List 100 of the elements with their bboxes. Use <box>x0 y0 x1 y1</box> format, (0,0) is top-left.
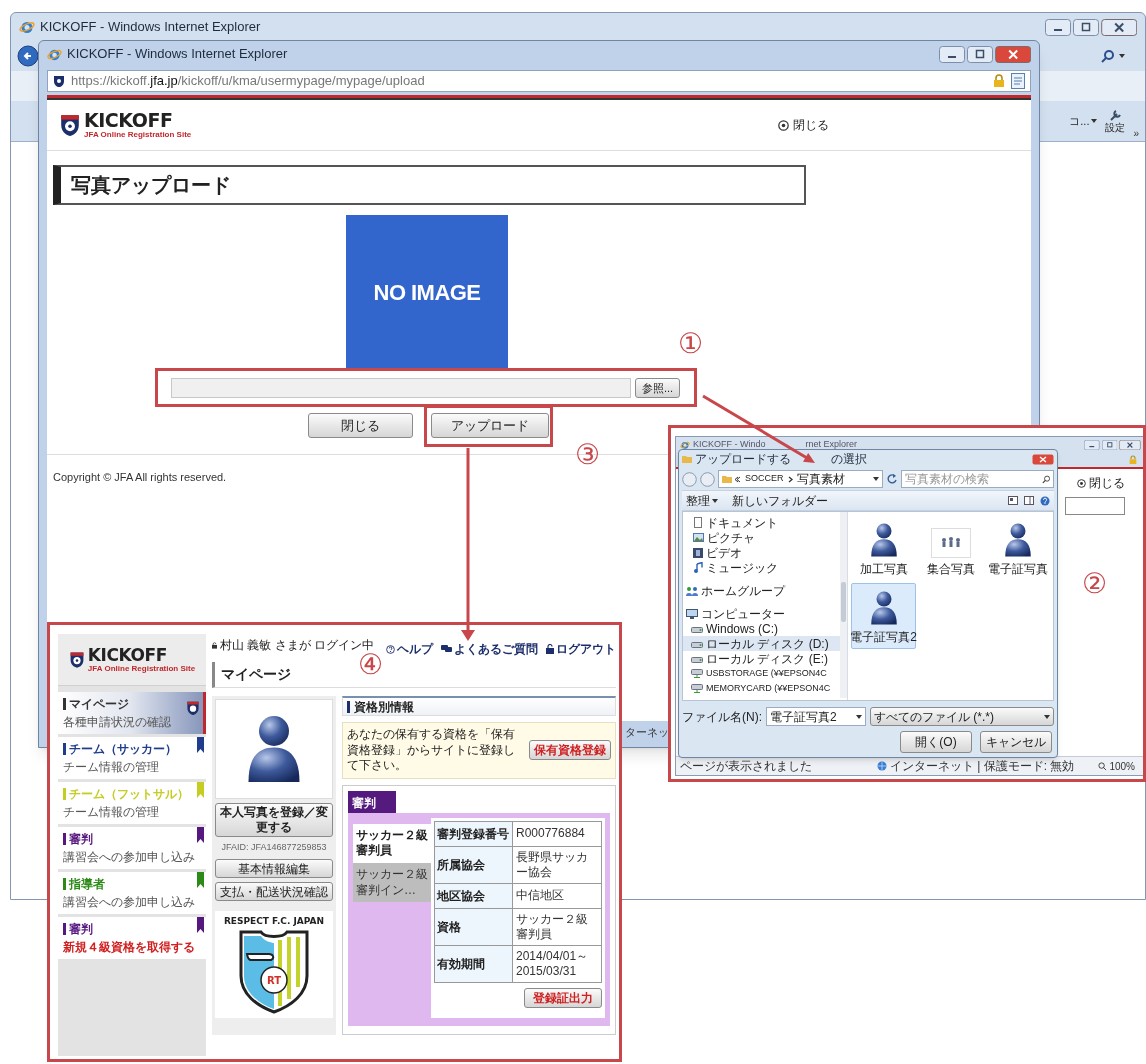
globe-icon <box>876 761 887 771</box>
new-folder-button[interactable]: 新しいフォルダー <box>732 491 828 510</box>
file-item[interactable]: 集合写真 <box>918 515 983 581</box>
list-item[interactable]: サッカー２級審判イン… <box>353 862 431 903</box>
tools-button[interactable]: 設定 <box>1105 109 1126 133</box>
refresh-icon[interactable] <box>886 473 898 485</box>
menu-button[interactable]: コ... <box>1069 112 1098 130</box>
section-marker <box>347 700 350 713</box>
header-link[interactable]: ヘルプ <box>386 640 433 658</box>
breadcrumb-item[interactable]: SOCCER <box>745 472 784 486</box>
tree-item[interactable]: Windows (C:) <box>683 621 840 636</box>
organize-button[interactable]: 整理 <box>686 491 718 510</box>
profile-button[interactable]: 支払・配送状況確認 <box>215 881 333 901</box>
file-path-field[interactable] <box>171 378 631 398</box>
person-icon <box>868 590 899 626</box>
photo-button[interactable]: 本人写真を登録／変更する <box>215 803 333 837</box>
header-link[interactable]: ログアウト <box>546 640 616 658</box>
circle-icon <box>778 119 789 131</box>
color-bar <box>63 743 66 755</box>
file-item[interactable]: 加工写真 <box>851 515 916 581</box>
folder-icon <box>682 455 692 463</box>
callout-number: ③ <box>575 441 601 469</box>
notice-text: あなたの保有する資格を「保有資格登録」からサイトに登録して下さい。 <box>347 727 516 774</box>
menu-item[interactable]: 審判 講習会への参加申し込み <box>58 827 206 869</box>
help-icon[interactable] <box>1040 495 1050 506</box>
window-title: KICKOFF - Windo <box>693 438 766 452</box>
print-button[interactable]: 登録証出力 <box>524 987 602 1008</box>
minimize-button[interactable] <box>1084 439 1100 451</box>
film-icon <box>693 547 703 558</box>
minimize-button[interactable] <box>938 45 965 63</box>
tree-item[interactable]: ドキュメント <box>683 515 840 530</box>
search-icon[interactable] <box>1101 49 1115 63</box>
tab[interactable]: 審判 <box>348 790 396 813</box>
color-bar <box>63 878 66 890</box>
file-item[interactable]: 電子証写真2 <box>851 583 916 649</box>
shield-icon <box>59 112 81 138</box>
copyright-text: Copyright © JFA All rights reserved. <box>53 470 227 485</box>
tree-item[interactable]: ピクチャ <box>683 530 840 545</box>
list-item[interactable]: サッカー２級審判員 <box>353 823 431 863</box>
tree-item[interactable]: MEMORYCARD (¥¥EPSON4C <box>683 681 840 696</box>
people-icon <box>930 528 971 558</box>
header-link[interactable]: よくあるご質問 <box>441 640 538 658</box>
upload-button[interactable]: アップロード <box>431 413 549 438</box>
back-button[interactable] <box>17 45 39 67</box>
overflow-mark[interactable]: » <box>1133 126 1139 141</box>
login-status: 村山 義敏 さまが ログイン中 <box>220 637 374 653</box>
menu-item[interactable]: チーム（フットサル） チーム情報の管理 <box>58 782 206 824</box>
section-title: 資格別情報 <box>354 698 414 716</box>
tree-item[interactable]: ミュージック <box>683 560 840 575</box>
minimize-button[interactable] <box>1044 18 1071 36</box>
tree-item[interactable]: USBSTORAGE (¥¥EPSON4C <box>683 666 840 681</box>
callout-number: ② <box>1082 570 1108 598</box>
close-link[interactable]: 閉じる <box>1077 474 1125 492</box>
caret-icon <box>1119 54 1125 58</box>
callout-number: ① <box>678 330 704 358</box>
search-field[interactable]: 写真素材の検索 <box>901 470 1054 488</box>
close-button[interactable]: 閉じる <box>308 413 413 438</box>
shield-icon <box>186 700 200 716</box>
tree-item[interactable]: ビデオ <box>683 545 840 560</box>
cancel-button[interactable]: キャンセル <box>980 731 1052 753</box>
close-button[interactable] <box>1100 18 1137 36</box>
logo-tagline: JFA Online Registration Site <box>84 131 192 139</box>
tree-item[interactable]: コンピューター <box>683 606 840 621</box>
breadcrumb-bar[interactable]: SOCCER 写真素材 <box>718 470 883 488</box>
file-type-select[interactable]: すべてのファイル (*.*) <box>870 707 1054 726</box>
menu-item[interactable]: マイページ 各種申請状況の確認 <box>58 692 206 734</box>
view-icon[interactable] <box>1008 496 1018 505</box>
menu-item[interactable]: 審判 新規４級資格を取得する <box>58 917 206 959</box>
register-button[interactable]: 保有資格登録 <box>529 740 611 761</box>
close-button[interactable] <box>1119 439 1141 451</box>
tree-item[interactable]: ローカル ディスク (D:) <box>683 636 840 651</box>
close-button[interactable] <box>1032 453 1054 465</box>
maximize-button[interactable] <box>966 45 993 63</box>
tree-item[interactable]: ローカル ディスク (E:) <box>683 651 840 666</box>
profile-button[interactable]: 基本情報編集 <box>215 858 333 878</box>
tree-item[interactable]: ホームグループ <box>683 583 840 598</box>
page-icon[interactable] <box>1011 73 1025 89</box>
maximize-button[interactable] <box>1072 18 1099 36</box>
scrollbar[interactable] <box>840 512 847 698</box>
logo-text: KICKOFF <box>84 111 174 130</box>
browse-button[interactable]: 参照... <box>635 378 681 398</box>
filename-field[interactable]: 電子証写真2 <box>766 707 866 726</box>
wrench-icon <box>1108 109 1123 123</box>
pane-icon[interactable] <box>1024 496 1034 505</box>
file-item[interactable]: 電子証写真 <box>985 515 1050 581</box>
open-button[interactable]: 開く(O) <box>900 731 972 753</box>
caret-icon <box>712 498 718 503</box>
caret-icon <box>1091 119 1098 123</box>
breadcrumb-item[interactable]: 写真素材 <box>796 470 845 488</box>
close-button[interactable] <box>994 45 1031 63</box>
status-text: ページが表示されました <box>680 758 812 775</box>
table-cell: 資格 <box>434 908 513 946</box>
table-cell: 2014/04/01～ 2015/03/31 <box>512 945 602 983</box>
logo-tagline: JFA Online Registration Site <box>87 664 196 673</box>
menu-item[interactable]: チーム（サッカー） チーム情報の管理 <box>58 737 206 779</box>
zoom-level[interactable]: 100% <box>1098 758 1135 774</box>
address-bar[interactable]: https://kickoff.jfa.jp/kickoff/u/kma/usermypage/mypage/upload <box>47 70 1031 92</box>
menu-item[interactable]: 指導者 講習会への参加申し込み <box>58 872 206 914</box>
close-link[interactable]: 閉じる <box>778 116 829 134</box>
maximize-button[interactable] <box>1101 439 1118 451</box>
